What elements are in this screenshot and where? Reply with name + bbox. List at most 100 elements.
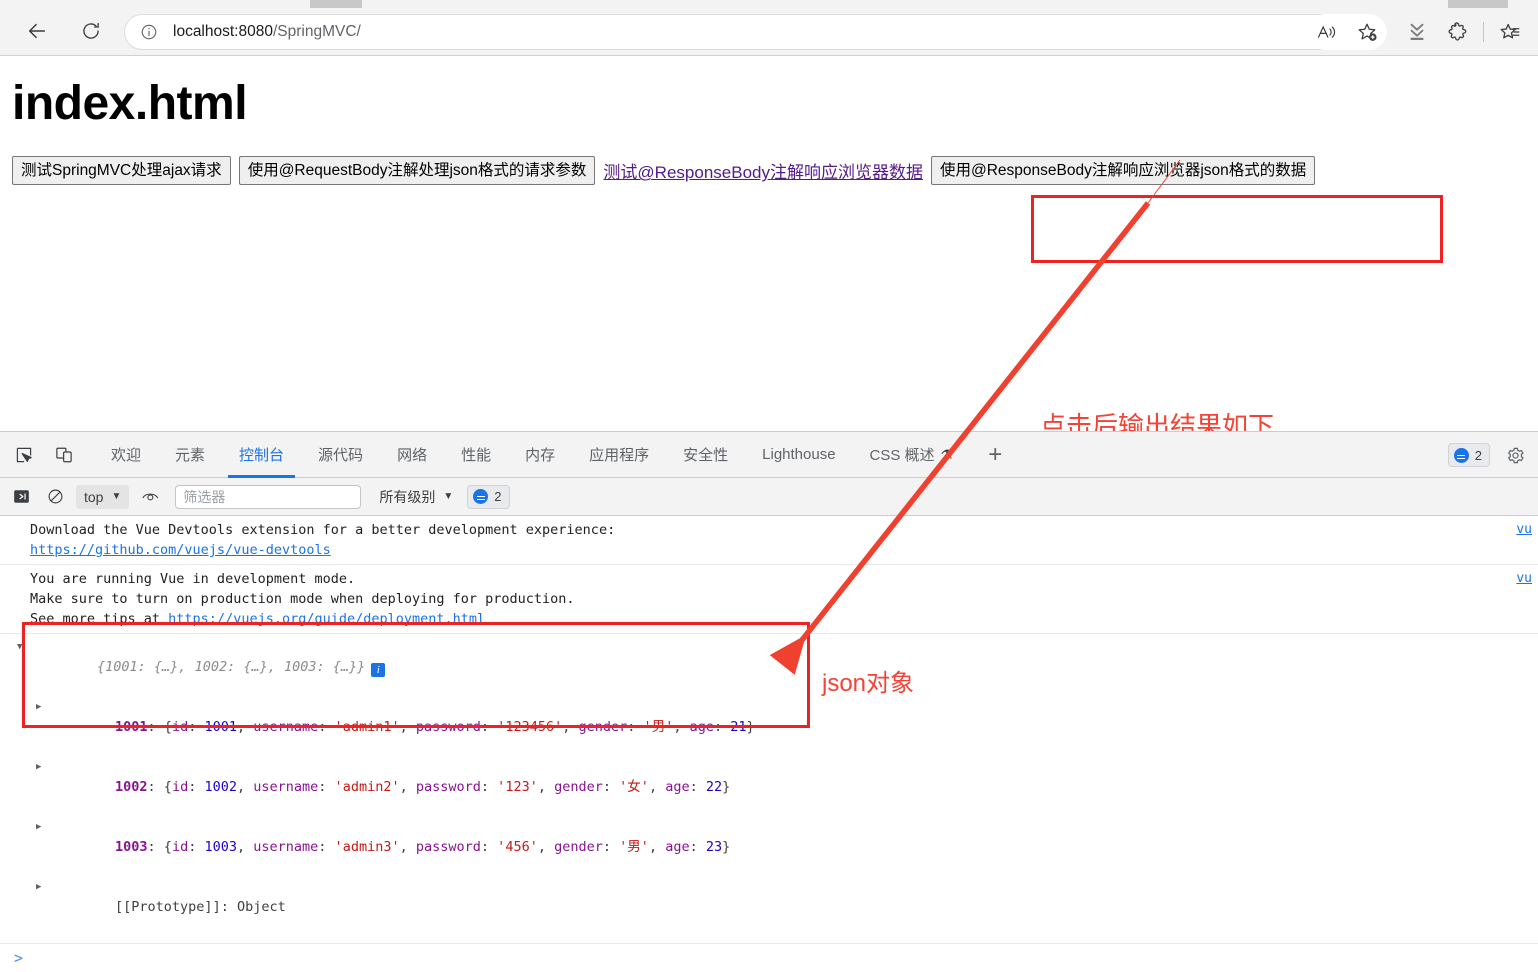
browser-tab[interactable] bbox=[1448, 0, 1508, 8]
tab-memory[interactable]: 内存 bbox=[508, 432, 572, 478]
log-level-selector[interactable]: 所有级别 ▼ bbox=[379, 487, 453, 507]
field-gender-value: '男' bbox=[643, 719, 674, 735]
tab-css-overview[interactable]: CSS 概述 ⚗ bbox=[853, 432, 970, 478]
web-page-content: index.html 测试SpringMVC处理ajax请求 使用@Reques… bbox=[0, 56, 1538, 431]
field-id-name: id bbox=[171, 779, 189, 795]
tab-welcome[interactable]: 欢迎 bbox=[94, 432, 158, 478]
console-message-badge[interactable]: 2 bbox=[467, 484, 510, 509]
tab-label: 元素 bbox=[175, 447, 206, 464]
field-username-value: 'admin1' bbox=[334, 719, 400, 735]
navigation-bar: localhost:8080/SpringMVC/ bbox=[0, 8, 1538, 55]
expand-triangle-icon[interactable]: ▼ bbox=[17, 637, 22, 657]
add-favorite-icon[interactable] bbox=[1347, 14, 1387, 50]
console-source-link[interactable]: vu bbox=[1516, 569, 1532, 589]
browser-toolbar-actions bbox=[1307, 14, 1530, 50]
tab-label: 性能 bbox=[461, 447, 492, 464]
tab-elements[interactable]: 元素 bbox=[158, 432, 222, 478]
object-root-line[interactable]: ▼ {1001: {…}, 1002: {…}, 1003: {…}} i bbox=[0, 637, 1538, 697]
tab-network[interactable]: 网络 bbox=[380, 432, 444, 478]
field-password-value: '456' bbox=[497, 839, 538, 855]
console-input-prompt[interactable]: > bbox=[0, 944, 1538, 972]
console-link[interactable]: https://github.com/vuejs/vue-devtools bbox=[30, 542, 331, 558]
request-body-button[interactable]: 使用@RequestBody注解处理json格式的请求参数 bbox=[238, 156, 596, 186]
message-count-badge[interactable]: 2 bbox=[1447, 443, 1490, 467]
console-text-line: Download the Vue Devtools extension for … bbox=[30, 522, 616, 538]
field-gender-value: '男' bbox=[619, 839, 649, 855]
device-toolbar-icon[interactable] bbox=[48, 439, 80, 471]
object-preview: {1001: {…}, 1002: {…}, 1003: {…}} bbox=[97, 659, 366, 675]
field-age-name: age bbox=[689, 719, 714, 735]
field-password-text: 123 bbox=[505, 779, 530, 795]
log-level-label: 所有级别 bbox=[379, 488, 436, 505]
back-button[interactable] bbox=[18, 12, 56, 50]
response-body-json-wrapper: 使用@ResponseBody注解响应浏览器json格式的数据 bbox=[930, 156, 1323, 186]
console-link[interactable]: https://vuejs.org/guide/deployment.html bbox=[168, 611, 485, 627]
response-body-json-button[interactable]: 使用@ResponseBody注解响应浏览器json格式的数据 bbox=[930, 156, 1316, 186]
tab-lighthouse[interactable]: Lighthouse bbox=[745, 432, 852, 478]
object-key: 1003 bbox=[115, 839, 148, 855]
field-password-name: password bbox=[415, 719, 481, 735]
tab-security[interactable]: 安全性 bbox=[666, 432, 745, 478]
gear-icon[interactable] bbox=[1500, 440, 1530, 470]
object-row[interactable]: ▶ 1003: {id: 1003, username: 'admin3', pa… bbox=[0, 817, 1538, 877]
expand-triangle-icon[interactable]: ▶ bbox=[36, 817, 41, 837]
browser-tab[interactable] bbox=[310, 0, 362, 8]
execution-context-selector[interactable]: top ▼ bbox=[76, 484, 130, 509]
console-entry[interactable]: Download the Vue Devtools extension for … bbox=[0, 516, 1538, 565]
page-button-row: 测试SpringMVC处理ajax请求 使用@RequestBody注解处理js… bbox=[12, 156, 1323, 186]
tab-label: 源代码 bbox=[318, 447, 364, 464]
add-panel-button[interactable]: + bbox=[979, 439, 1011, 471]
tab-sources[interactable]: 源代码 bbox=[301, 432, 380, 478]
field-age-name: age bbox=[665, 779, 690, 795]
reload-button[interactable] bbox=[72, 12, 110, 50]
field-username-text: admin1 bbox=[342, 719, 392, 735]
inspect-element-icon[interactable] bbox=[8, 439, 40, 471]
console-sidebar-icon[interactable] bbox=[8, 484, 34, 510]
field-gender-name: gender bbox=[554, 779, 603, 795]
console-source-link[interactable]: vu bbox=[1516, 520, 1532, 540]
address-bar[interactable]: localhost:8080/SpringMVC/ bbox=[124, 14, 1342, 50]
expand-triangle-icon[interactable]: ▶ bbox=[36, 877, 41, 897]
clear-console-icon[interactable] bbox=[42, 484, 68, 510]
field-password-name: password bbox=[415, 779, 481, 795]
object-row[interactable]: ▶ 1001: {id: 1001, username: 'admin1', pa… bbox=[0, 697, 1538, 757]
console-toolbar: top ▼ 所有级别 ▼ 2 bbox=[0, 478, 1538, 516]
test-ajax-button[interactable]: 测试SpringMVC处理ajax请求 bbox=[12, 156, 231, 186]
collections-icon[interactable] bbox=[1490, 14, 1530, 50]
tab-performance[interactable]: 性能 bbox=[444, 432, 508, 478]
tab-console[interactable]: 控制台 bbox=[222, 432, 301, 478]
response-body-link[interactable]: 测试@ResponseBody注解响应浏览器数据 bbox=[603, 158, 923, 183]
console-object-output[interactable]: ▼ {1001: {…}, 1002: {…}, 1003: {…}} i ▶ 100… bbox=[0, 634, 1538, 944]
page-title: index.html bbox=[12, 77, 248, 130]
url-text: localhost:8080/SpringMVC/ bbox=[173, 23, 361, 41]
experiment-flask-icon: ⚗ bbox=[940, 446, 953, 462]
downloads-icon[interactable] bbox=[1397, 14, 1437, 50]
field-age-value: 23 bbox=[705, 839, 723, 855]
tab-application[interactable]: 应用程序 bbox=[572, 432, 666, 478]
chevron-down-icon: ▼ bbox=[111, 491, 122, 502]
tab-label: 网络 bbox=[397, 447, 428, 464]
devtools-panel: 欢迎 元素 控制台 源代码 网络 性能 内存 应用程序 安全性 Lighthou… bbox=[0, 431, 1538, 972]
field-username-name: username bbox=[253, 779, 319, 795]
field-gender-name: gender bbox=[554, 839, 603, 855]
extensions-icon[interactable] bbox=[1437, 14, 1477, 50]
browser-chrome: localhost:8080/SpringMVC/ bbox=[0, 0, 1538, 56]
toolbar-pill-group bbox=[1307, 14, 1387, 50]
console-log-area[interactable]: Download the Vue Devtools extension for … bbox=[0, 516, 1538, 972]
info-icon[interactable]: i bbox=[371, 663, 386, 677]
console-entry[interactable]: You are running Vue in development mode.… bbox=[0, 565, 1538, 634]
expand-triangle-icon[interactable]: ▶ bbox=[36, 757, 41, 777]
field-username-name: username bbox=[253, 719, 319, 735]
read-aloud-icon[interactable] bbox=[1307, 14, 1347, 50]
console-filter-input[interactable] bbox=[175, 484, 362, 509]
object-row[interactable]: ▶ 1002: {id: 1002, username: 'admin2', pa… bbox=[0, 757, 1538, 817]
expand-triangle-icon[interactable]: ▶ bbox=[36, 697, 41, 717]
object-prototype-row[interactable]: ▶ [[Prototype]]: Object bbox=[0, 877, 1538, 937]
url-path: /SpringMVC/ bbox=[272, 23, 361, 40]
field-password-value: '123456' bbox=[497, 719, 563, 735]
live-expression-icon[interactable] bbox=[137, 484, 163, 510]
field-id-name: id bbox=[171, 719, 189, 735]
chevron-down-icon: ▼ bbox=[443, 491, 454, 502]
site-info-icon[interactable] bbox=[139, 22, 159, 42]
field-username-value: 'admin3' bbox=[334, 839, 400, 855]
